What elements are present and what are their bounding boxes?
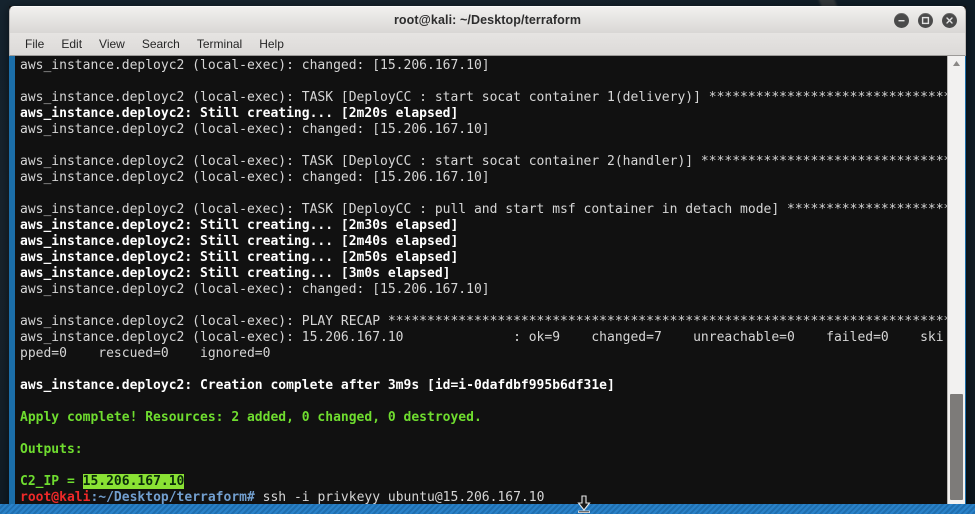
menu-item-help[interactable]: Help xyxy=(259,37,284,51)
menu-item-terminal[interactable]: Terminal xyxy=(197,37,242,51)
terminal-line: pped=0 rescued=0 ignored=0 xyxy=(20,346,271,361)
prompt-command: ssh -i privkeyy ubuntu@15.206.167.10 xyxy=(254,490,545,505)
minimize-button[interactable] xyxy=(894,12,909,28)
terminal-line: aws_instance.deployc2: Creation complete… xyxy=(20,378,615,393)
menu-item-view[interactable]: View xyxy=(99,37,125,51)
terminal-line: aws_instance.deployc2 (local-exec): 15.2… xyxy=(20,330,944,345)
terminal-line: aws_instance.deployc2 (local-exec): TASK… xyxy=(20,90,947,105)
terminal-line: aws_instance.deployc2 (local-exec): chan… xyxy=(20,122,490,137)
menu-item-file[interactable]: File xyxy=(25,37,44,51)
window-controls xyxy=(894,7,957,33)
terminal-line: aws_instance.deployc2: Still creating...… xyxy=(20,106,459,121)
close-button[interactable] xyxy=(942,12,957,28)
terminal-line: aws_instance.deployc2: Still creating...… xyxy=(20,250,459,265)
terminal-line: aws_instance.deployc2: Still creating...… xyxy=(20,218,459,233)
terminal-output-variable: C2_IP = 15.206.167.10 xyxy=(20,474,947,490)
maximize-button[interactable] xyxy=(918,12,933,28)
desktop-background: File Edit View Sear root@kali:~# root@ka… xyxy=(0,0,975,514)
terminal-output[interactable]: aws_instance.deployc2 (local-exec): chan… xyxy=(15,56,947,514)
terminal-line: aws_instance.deployc2 (local-exec): chan… xyxy=(20,170,490,185)
terminal-line: Outputs: xyxy=(20,442,83,457)
terminal-line: aws_instance.deployc2 (local-exec): TASK… xyxy=(20,202,947,217)
prompt-path: :~/Desktop/terraform# xyxy=(90,490,255,505)
menu-item-search[interactable]: Search xyxy=(142,37,180,51)
window-titlebar[interactable]: root@kali: ~/Desktop/terraform xyxy=(9,6,966,33)
terminal-scrollbar[interactable] xyxy=(947,56,965,514)
terminal-line: Apply complete! Resources: 2 added, 0 ch… xyxy=(20,410,482,425)
terminal-line: aws_instance.deployc2 (local-exec): chan… xyxy=(20,58,490,73)
output-variable-label: C2_IP = xyxy=(20,474,83,489)
scrollbar-thumb[interactable] xyxy=(950,394,963,500)
taskbar[interactable] xyxy=(0,504,975,514)
scroll-up-icon[interactable] xyxy=(948,56,965,70)
terminal-line: aws_instance.deployc2 (local-exec): chan… xyxy=(20,282,490,297)
window-title: root@kali: ~/Desktop/terraform xyxy=(393,13,582,27)
terminal-area[interactable]: aws_instance.deployc2 (local-exec): chan… xyxy=(9,56,966,514)
menu-bar: File Edit View Search Terminal Help xyxy=(9,33,966,56)
prompt-user-host: root@kali xyxy=(20,490,91,505)
menu-item-edit[interactable]: Edit xyxy=(61,37,82,51)
terminal-line: aws_instance.deployc2: Still creating...… xyxy=(20,234,459,249)
output-variable-value: 15.206.167.10 xyxy=(82,474,185,489)
terminal-line: aws_instance.deployc2 (local-exec): PLAY… xyxy=(20,314,947,329)
terminal-window[interactable]: root@kali: ~/Desktop/terraform File Edit… xyxy=(9,6,966,514)
terminal-line: aws_instance.deployc2: Still creating...… xyxy=(20,266,451,281)
terminal-line: aws_instance.deployc2 (local-exec): TASK… xyxy=(20,154,947,169)
